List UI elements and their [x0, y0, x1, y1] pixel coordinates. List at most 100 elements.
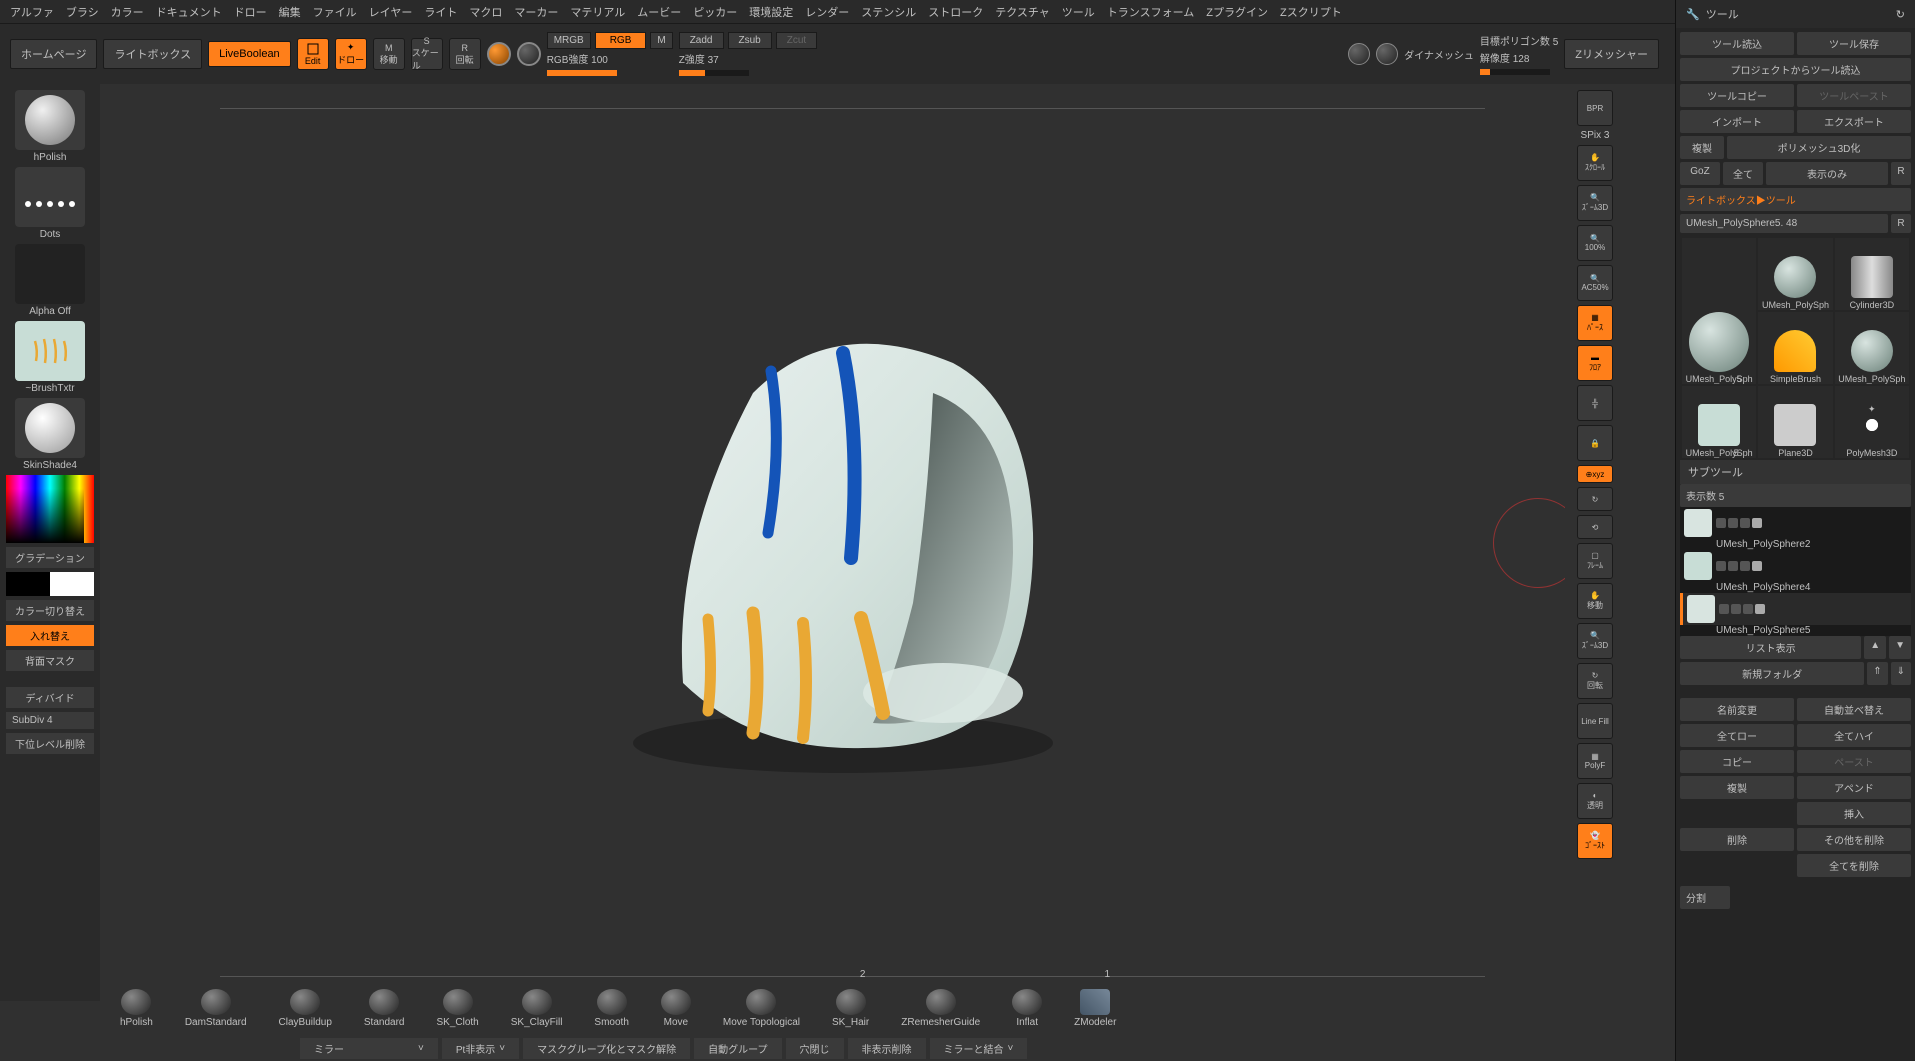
brush-shelf-item[interactable]: 1ZModeler [1074, 989, 1116, 1028]
menu-stroke[interactable]: ストローク [928, 4, 983, 20]
zsub-button[interactable]: Zsub [728, 32, 772, 49]
model-viewport[interactable] [553, 263, 1113, 823]
paste-button[interactable]: ペースト [1797, 750, 1911, 773]
new-folder-button[interactable]: 新規フォルダ [1680, 662, 1864, 685]
ghost-icon[interactable]: 👻ｺﾞｰｽﾄ [1577, 823, 1613, 859]
menu-color[interactable]: カラー [111, 4, 144, 20]
lightbox-tools-button[interactable]: ライトボックス▶ツール [1680, 188, 1911, 211]
zcut-button[interactable]: Zcut [776, 32, 817, 49]
persp-icon[interactable]: ▦ﾊﾟｰｽ [1577, 305, 1613, 341]
swap-button[interactable]: 入れ替え [6, 625, 94, 646]
menu-movie[interactable]: ムービー [637, 4, 681, 20]
eye-icon[interactable] [1752, 561, 1762, 571]
z-intensity-slider[interactable] [679, 70, 749, 76]
menu-alpha[interactable]: アルファ [10, 4, 54, 20]
move-up-icon[interactable]: ⇑ [1867, 662, 1887, 685]
draw-mode-icon[interactable]: ✦ドロー [335, 38, 367, 70]
brush-shelf-item[interactable]: 2SK_Hair [832, 989, 869, 1028]
sculptris-icon[interactable] [1348, 43, 1370, 65]
rotate-y-icon[interactable]: ↻ [1577, 487, 1613, 511]
half-size-icon[interactable]: 🔍AC50% [1577, 265, 1613, 301]
paste-tool-button[interactable]: ツールペースト [1797, 84, 1911, 107]
brush-shelf-item[interactable]: ClayBuildup [279, 989, 332, 1028]
zadd-button[interactable]: Zadd [679, 32, 724, 49]
rotate-mode-icon[interactable]: R回転 [449, 38, 481, 70]
goz-visible-button[interactable]: 表示のみ [1766, 162, 1888, 185]
lightbox-button[interactable]: ライトボックス [103, 39, 202, 69]
mirror-weld-dropdown[interactable]: ミラーと結合˅ [930, 1038, 1028, 1059]
mirror-dropdown[interactable]: ミラー˅ [300, 1038, 438, 1059]
save-tool-button[interactable]: ツール保存 [1797, 32, 1911, 55]
backface-button[interactable]: 背面マスク [6, 650, 94, 671]
texture-selector[interactable]: ~BrushTxtr [5, 321, 95, 394]
mesh-name-display[interactable]: UMesh_PolySphere5. 48 [1680, 214, 1888, 233]
scroll-icon[interactable]: ✋ｽｸﾛｰﾙ [1577, 145, 1613, 181]
menu-tool[interactable]: ツール [1062, 4, 1095, 20]
mesh-r-button[interactable]: R [1891, 214, 1911, 233]
stroke-selector[interactable]: Dots [5, 167, 95, 240]
homepage-button[interactable]: ホームページ [10, 39, 97, 69]
brush-shelf-item[interactable]: ZRemesherGuide [901, 989, 980, 1028]
gradient-button[interactable]: グラデーション [6, 547, 94, 568]
color-swatches[interactable] [6, 572, 94, 596]
copy-button[interactable]: コピー [1680, 750, 1794, 773]
list-view-button[interactable]: リスト表示 [1680, 636, 1861, 659]
menu-layer[interactable]: レイヤー [369, 4, 413, 20]
subtool-item[interactable] [1680, 593, 1911, 625]
menu-stencil[interactable]: ステンシル [861, 4, 916, 20]
auto-reorder-button[interactable]: 自動並べ替え [1797, 698, 1911, 721]
menu-marker[interactable]: マーカー [514, 4, 558, 20]
subtool-item[interactable] [1680, 507, 1911, 539]
menu-zscript[interactable]: Zスクリプト [1280, 4, 1342, 20]
brush-shelf-item[interactable]: hPolish [120, 989, 153, 1028]
menu-texture[interactable]: テクスチャ [995, 4, 1050, 20]
scale-mode-icon[interactable]: Sスケール [411, 38, 443, 70]
tool-item[interactable]: 5 UMesh_PolySph [1682, 238, 1756, 384]
color-picker[interactable] [6, 475, 94, 543]
down-icon[interactable]: ▼ [1889, 636, 1911, 659]
subtool-item[interactable] [1680, 550, 1911, 582]
menu-brush[interactable]: ブラシ [66, 4, 99, 20]
menu-render[interactable]: レンダー [805, 4, 849, 20]
color-switch-button[interactable]: カラー切り替え [6, 600, 94, 621]
localsym-icon[interactable]: ╬ [1577, 385, 1613, 421]
up-icon[interactable]: ▲ [1864, 636, 1886, 659]
goz-r-button[interactable]: R [1891, 162, 1911, 185]
brush-shelf-item[interactable]: Move [661, 989, 691, 1028]
brush-curve-icon[interactable] [517, 42, 541, 66]
append-button[interactable]: アペンド [1797, 776, 1911, 799]
linefill-icon[interactable]: Line Fill [1577, 703, 1613, 739]
move-down-icon[interactable]: ⇓ [1891, 662, 1911, 685]
rotate3d-icon[interactable]: ↻回転 [1577, 663, 1613, 699]
insert-button[interactable]: 挿入 [1797, 802, 1911, 825]
polyf-icon[interactable]: ▦PolyF [1577, 743, 1613, 779]
split-header[interactable]: 分割 [1680, 886, 1730, 909]
tool-item[interactable]: Cylinder3D [1835, 238, 1909, 310]
duplicate-button[interactable]: 複製 [1680, 776, 1794, 799]
zremesher-button[interactable]: Zリメッシャー [1564, 39, 1659, 69]
xyz-icon[interactable]: ⊕xyz [1577, 465, 1613, 483]
delete-lower-button[interactable]: 下位レベル削除 [6, 733, 94, 754]
close-hole-button[interactable]: 穴閉じ [786, 1038, 844, 1059]
menu-macro[interactable]: マクロ [469, 4, 502, 20]
all-high-button[interactable]: 全てハイ [1797, 724, 1911, 747]
subtool-header[interactable]: サブツール [1680, 460, 1911, 484]
rotate-z-icon[interactable]: ⟲ [1577, 515, 1613, 539]
tool-item[interactable]: Plane3D [1758, 386, 1832, 458]
menu-light[interactable]: ライト [424, 4, 457, 20]
tool-item[interactable]: UMesh_PolySph [1835, 312, 1909, 384]
menu-material[interactable]: マテリアル [570, 4, 625, 20]
brush-shelf-item[interactable]: Smooth [594, 989, 628, 1028]
zoom-icon[interactable]: 🔍ｽﾞｰﾑ3D [1577, 185, 1613, 221]
brush-shelf-item[interactable]: Inflat [1012, 989, 1042, 1028]
auto-grp-button[interactable]: 自動グループ [694, 1038, 781, 1059]
rgb-button[interactable]: RGB [595, 32, 647, 49]
actual-size-icon[interactable]: 🔍100% [1577, 225, 1613, 261]
menu-draw[interactable]: ドロー [234, 4, 267, 20]
eye-icon[interactable] [1755, 604, 1765, 614]
menu-picker[interactable]: ピッカー [693, 4, 737, 20]
liveboolean-button[interactable]: LiveBoolean [208, 41, 291, 67]
floor-icon[interactable]: ▬ﾌﾛｱ [1577, 345, 1613, 381]
tool-item[interactable]: 5UMesh_PolySph [1682, 386, 1756, 458]
del-other-button[interactable]: その他を削除 [1797, 828, 1911, 851]
